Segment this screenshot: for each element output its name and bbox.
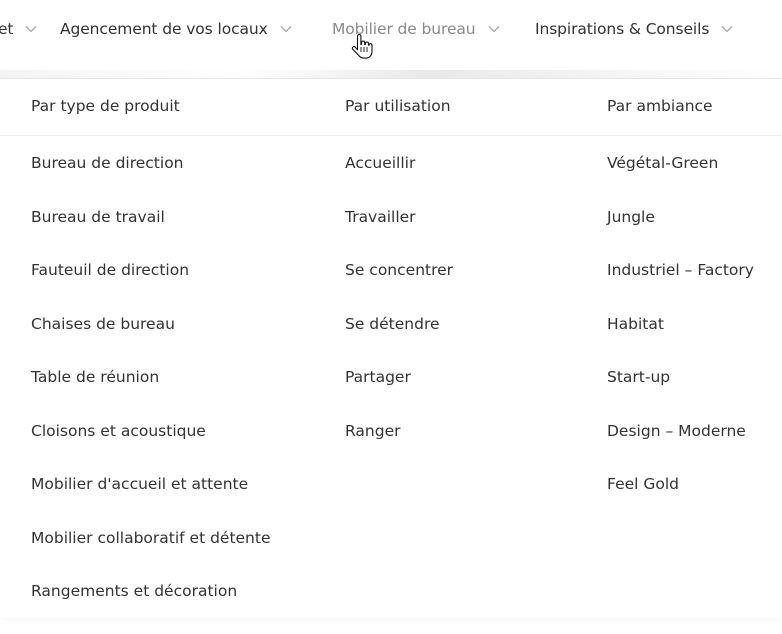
menu-link-label: Se détendre — [345, 314, 440, 333]
menu-link-label: Fauteuil de direction — [31, 261, 190, 279]
menu-link-label: Rangements et décoration — [31, 582, 238, 600]
menu-link-mobilier-accueil[interactable]: Mobilier d'accueil et attente — [31, 473, 271, 527]
menu-link-label: Cloisons et acoustique — [31, 421, 206, 440]
menu-link-label: Travailler — [345, 207, 416, 226]
nav-item-inspirations[interactable]: Inspirations & Conseils — [535, 18, 733, 40]
menu-link-label: Start-up — [607, 368, 671, 386]
menu-link-partager[interactable]: Partager — [345, 366, 453, 420]
menu-link-label: Industriel – Factory — [607, 261, 754, 279]
menu-link-rangements-decoration[interactable]: Rangements et décoration — [31, 580, 271, 634]
menu-link-label: Table de réunion — [31, 368, 160, 386]
nav-item-agencement[interactable]: Agencement de vos locaux — [60, 18, 292, 40]
menu-link-se-detendre[interactable]: Se détendre — [345, 313, 453, 367]
menu-link-label: Partager — [345, 368, 411, 386]
menu-link-feel-gold[interactable]: Feel Gold — [607, 473, 754, 527]
menu-link-label: Mobilier d'accueil et attente — [31, 475, 249, 493]
column-ambiance-list: Végétal-Green Jungle Industriel – Factor… — [607, 152, 754, 527]
menu-link-accueillir[interactable]: Accueillir — [345, 152, 453, 206]
menu-link-cloisons-acoustique[interactable]: Cloisons et acoustique — [31, 420, 271, 474]
menu-link-label: Habitat — [607, 314, 664, 333]
menu-link-label: Design – Moderne — [607, 421, 746, 440]
menu-link-habitat[interactable]: Habitat — [607, 313, 754, 367]
nav-item-previous[interactable]: et — [0, 18, 37, 40]
column-utilisation-list: Accueillir Travailler Se concentrer Se d… — [345, 152, 453, 473]
menu-link-se-concentrer[interactable]: Se concentrer — [345, 259, 453, 313]
main-navigation: et Agencement de vos locaux Mobilier de … — [0, 0, 782, 60]
menu-link-label: Accueillir — [345, 154, 416, 172]
menu-link-bureau-direction[interactable]: Bureau de direction — [31, 152, 271, 206]
menu-link-label: Mobilier collaboratif et détente — [31, 528, 271, 547]
hand-pointer-icon — [351, 33, 373, 60]
nav-item-label: Agencement de vos locaux — [60, 20, 268, 38]
menu-link-label: Bureau de travail — [31, 207, 165, 226]
menu-link-label: Bureau de direction — [31, 154, 184, 172]
chevron-down-icon — [721, 25, 733, 33]
menu-link-vegetal-green[interactable]: Végétal-Green — [607, 152, 754, 206]
menu-link-ranger[interactable]: Ranger — [345, 420, 453, 474]
menu-link-bureau-travail[interactable]: Bureau de travail — [31, 206, 271, 260]
menu-link-label: Végétal-Green — [607, 154, 719, 172]
chevron-down-icon — [280, 25, 292, 33]
menu-link-label: Chaises de bureau — [31, 314, 175, 333]
column-type-produit-list: Bureau de direction Bureau de travail Fa… — [31, 152, 271, 634]
menu-link-fauteuil-direction[interactable]: Fauteuil de direction — [31, 259, 271, 313]
column-title-utilisation[interactable]: Par utilisation — [345, 97, 451, 115]
mega-menu-header: Par type de produit Par utilisation Par … — [0, 79, 782, 136]
mobilier-mega-menu: Par type de produit Par utilisation Par … — [0, 78, 782, 618]
menu-link-label: Se concentrer — [345, 261, 454, 279]
menu-link-table-reunion[interactable]: Table de réunion — [31, 366, 271, 420]
menu-link-design-moderne[interactable]: Design – Moderne — [607, 420, 754, 474]
menu-link-start-up[interactable]: Start-up — [607, 366, 754, 420]
menu-link-industriel-factory[interactable]: Industriel – Factory — [607, 259, 754, 313]
menu-link-label: Ranger — [345, 421, 401, 440]
menu-link-travailler[interactable]: Travailler — [345, 206, 453, 260]
chevron-down-icon — [488, 25, 500, 33]
menu-link-chaises-bureau[interactable]: Chaises de bureau — [31, 313, 271, 367]
chevron-down-icon — [25, 25, 37, 33]
menu-link-mobilier-collaboratif[interactable]: Mobilier collaboratif et détente — [31, 527, 271, 581]
nav-item-label: et — [0, 20, 14, 38]
menu-link-label: Jungle — [607, 207, 655, 226]
menu-link-jungle[interactable]: Jungle — [607, 206, 754, 260]
menu-link-label: Feel Gold — [607, 475, 680, 493]
column-title-ambiance[interactable]: Par ambiance — [607, 97, 713, 115]
column-title-type-produit[interactable]: Par type de produit — [31, 97, 180, 115]
nav-item-label: Inspirations & Conseils — [535, 20, 710, 38]
